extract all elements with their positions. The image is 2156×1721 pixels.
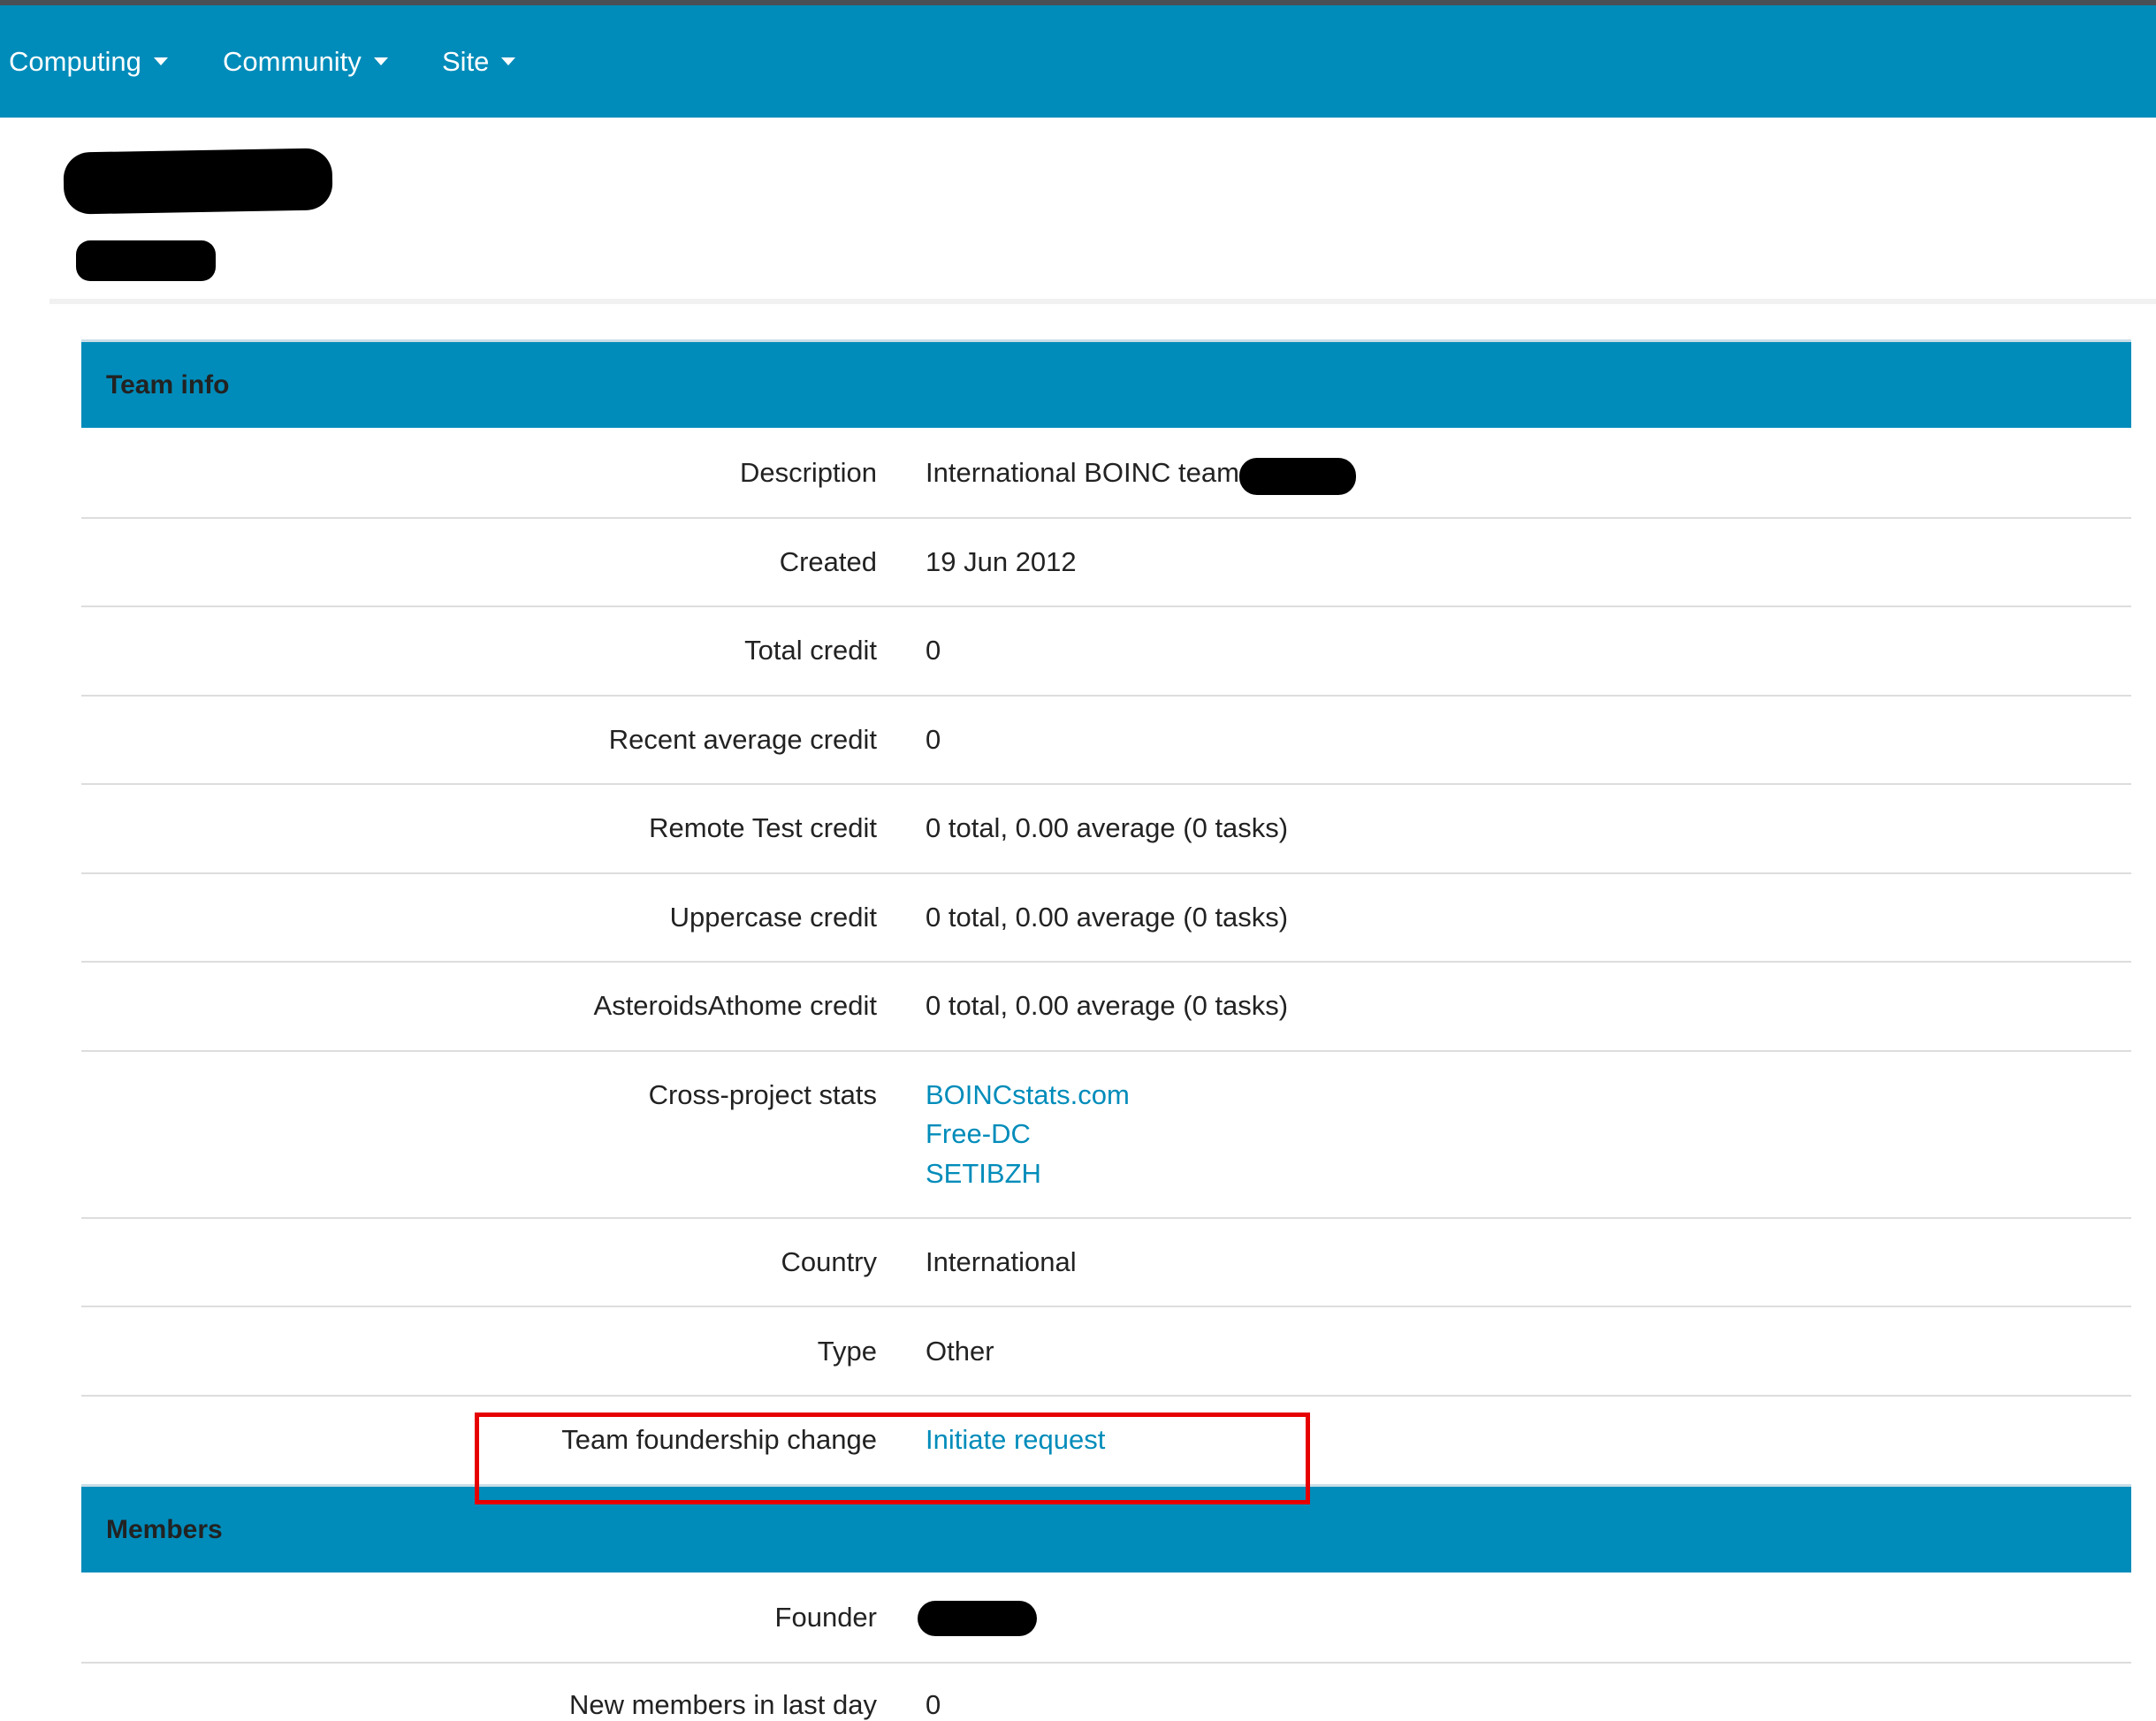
caret-down-icon [153, 57, 168, 65]
team-info-header: Team info [81, 339, 2131, 428]
new-members-value: 0 [926, 1689, 941, 1720]
country-label: Country [781, 1246, 877, 1277]
asteroids-credit-value: 0 total, 0.00 average (0 tasks) [926, 990, 1289, 1021]
type-value: Other [926, 1336, 994, 1367]
redacted-description-part [1239, 458, 1356, 495]
caret-down-icon [501, 57, 516, 65]
redacted-founder-name [918, 1601, 1037, 1636]
total-credit-label: Total credit [744, 635, 877, 666]
caret-down-icon [373, 57, 388, 65]
top-navbar: Computing Community Site [0, 5, 2156, 118]
boincstats-link[interactable]: BOINCstats.com [926, 1079, 1130, 1111]
row-divider [81, 517, 2131, 519]
redacted-page-subtitle [76, 240, 216, 281]
founder-label: Founder [774, 1602, 877, 1633]
row-divider [81, 1662, 2131, 1664]
nav-community-dropdown[interactable]: Community [223, 5, 388, 118]
country-value: International [926, 1246, 1077, 1277]
new-members-label: New members in last day [568, 1689, 877, 1720]
created-value: 19 Jun 2012 [926, 546, 1077, 577]
row-divider [81, 1395, 2131, 1397]
redacted-page-title [63, 148, 333, 215]
description-value: International BOINC team [926, 457, 1239, 488]
header-divider [50, 299, 2156, 304]
uppercase-credit-value: 0 total, 0.00 average (0 tasks) [926, 902, 1289, 933]
remote-test-credit-value: 0 total, 0.00 average (0 tasks) [926, 812, 1289, 843]
row-divider [81, 1050, 2131, 1052]
row-divider [81, 1217, 2131, 1219]
uppercase-credit-label: Uppercase credit [669, 902, 877, 933]
highlight-annotation-box [475, 1413, 1310, 1504]
total-credit-value: 0 [926, 635, 941, 666]
type-label: Type [817, 1336, 877, 1367]
nav-computing-dropdown[interactable]: Computing [9, 5, 168, 118]
row-divider [81, 605, 2131, 607]
row-divider [81, 695, 2131, 697]
description-label: Description [739, 457, 877, 488]
created-label: Created [779, 546, 877, 577]
row-divider [81, 872, 2131, 874]
nav-computing-label: Computing [9, 45, 141, 77]
team-info-title: Team info [106, 369, 230, 400]
nav-site-dropdown[interactable]: Site [442, 5, 516, 118]
row-divider [81, 1306, 2131, 1307]
nav-site-label: Site [442, 45, 490, 77]
cross-project-stats-label: Cross-project stats [648, 1079, 877, 1110]
setibzh-link[interactable]: SETIBZH [926, 1158, 1041, 1190]
nav-community-label: Community [223, 45, 362, 77]
recent-average-credit-value: 0 [926, 724, 941, 755]
row-divider [81, 783, 2131, 785]
members-title: Members [106, 1514, 223, 1544]
row-divider [81, 961, 2131, 963]
free-dc-link[interactable]: Free-DC [926, 1118, 1031, 1150]
asteroids-credit-label: AsteroidsAthome credit [593, 990, 877, 1021]
recent-average-credit-label: Recent average credit [608, 724, 877, 755]
remote-test-credit-label: Remote Test credit [649, 812, 877, 843]
